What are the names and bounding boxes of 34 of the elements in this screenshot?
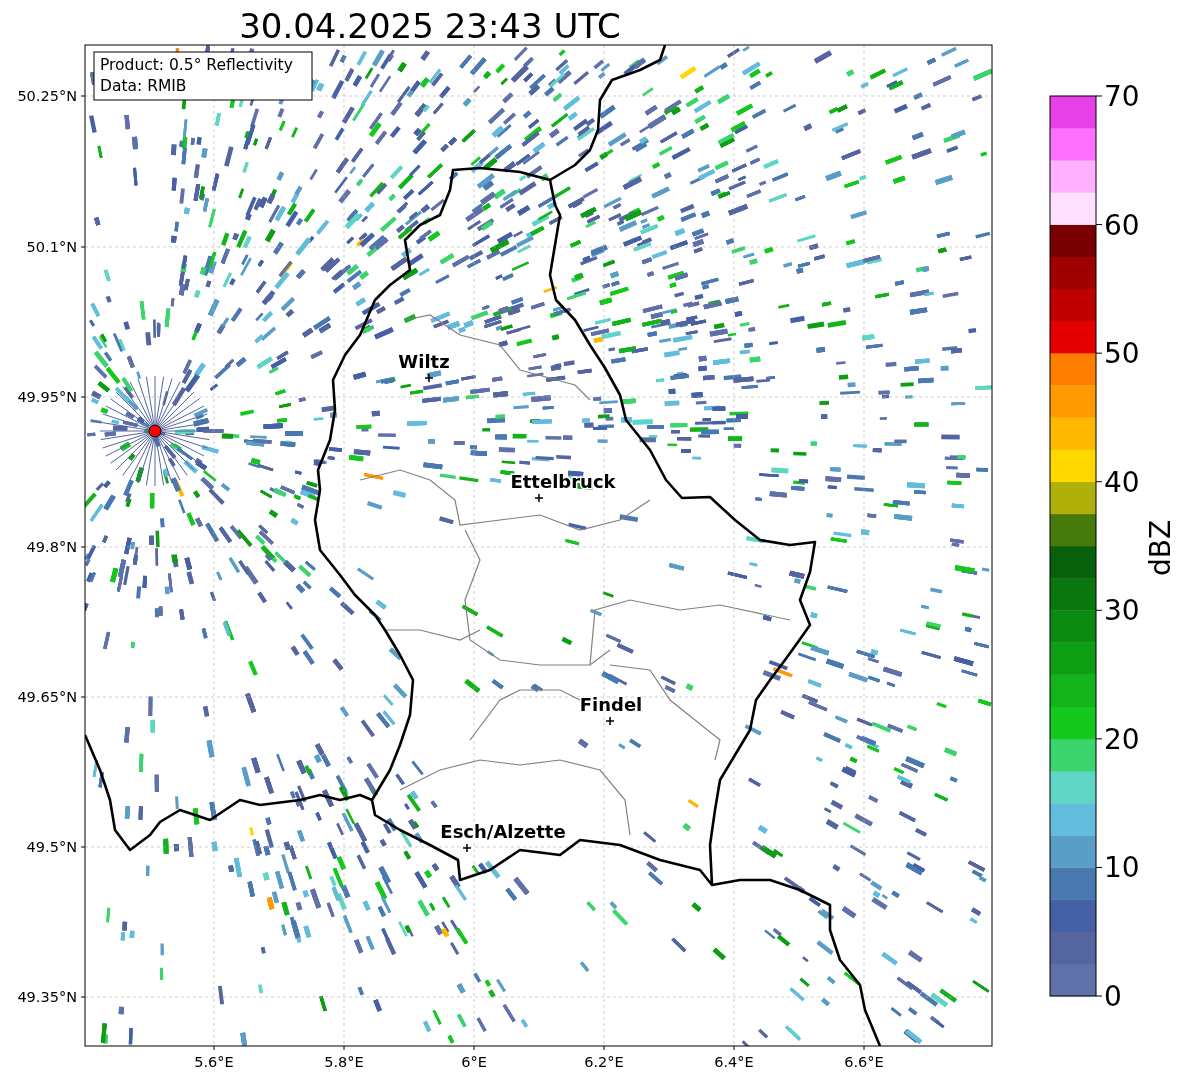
colorbar-tick-label: 70 bbox=[1104, 80, 1140, 113]
latitude-label: 50.25°N bbox=[17, 88, 77, 104]
city-marker-icon bbox=[605, 716, 615, 726]
longitude-label: 5.6°E bbox=[194, 1054, 234, 1070]
latitude-label: 49.95°N bbox=[17, 389, 77, 405]
colorbar-tick-label: 30 bbox=[1104, 594, 1140, 628]
city-label: Ettelbruck bbox=[510, 471, 616, 492]
colorbar-tick-label: 20 bbox=[1104, 722, 1140, 756]
colorbar-tick-label: 60 bbox=[1104, 208, 1140, 242]
latitude-label: 49.8°N bbox=[26, 539, 77, 555]
radar-site-marker bbox=[148, 424, 162, 438]
longitude-label: 5.8°E bbox=[324, 1054, 364, 1070]
colorbar-tick-label: 40 bbox=[1104, 465, 1140, 499]
longitude-label: 6.6°E bbox=[844, 1054, 884, 1070]
colorbar-tick-label: 50 bbox=[1104, 337, 1140, 371]
city-marker-icon bbox=[462, 843, 472, 853]
city-marker-icon bbox=[534, 493, 544, 503]
colorbar-title: dBZ bbox=[1144, 519, 1177, 577]
city-label: Findel bbox=[579, 694, 643, 715]
latitude-label: 49.35°N bbox=[17, 989, 77, 1005]
city-marker-icon bbox=[424, 373, 434, 383]
longitude-label: 6.2°E bbox=[584, 1054, 624, 1070]
longitude-label: 6.4°E bbox=[714, 1054, 754, 1070]
latitude-label: 49.5°N bbox=[26, 839, 77, 855]
chart-title: 30.04.2025 23:43 UTC bbox=[239, 6, 621, 46]
city-label: Wiltz bbox=[398, 351, 450, 372]
info-text: Product: 0.5° Reflectivity bbox=[100, 56, 293, 74]
latitude-label: 50.1°N bbox=[26, 239, 77, 255]
colorbar-tick-label: 10 bbox=[1104, 851, 1140, 885]
colorbar-tick-label: 0 bbox=[1104, 980, 1122, 1013]
info-text: Data: RMIB bbox=[100, 77, 187, 95]
city-label: Esch/Alzette bbox=[440, 821, 566, 842]
longitude-label: 6°E bbox=[461, 1054, 487, 1070]
latitude-label: 49.65°N bbox=[17, 689, 77, 705]
